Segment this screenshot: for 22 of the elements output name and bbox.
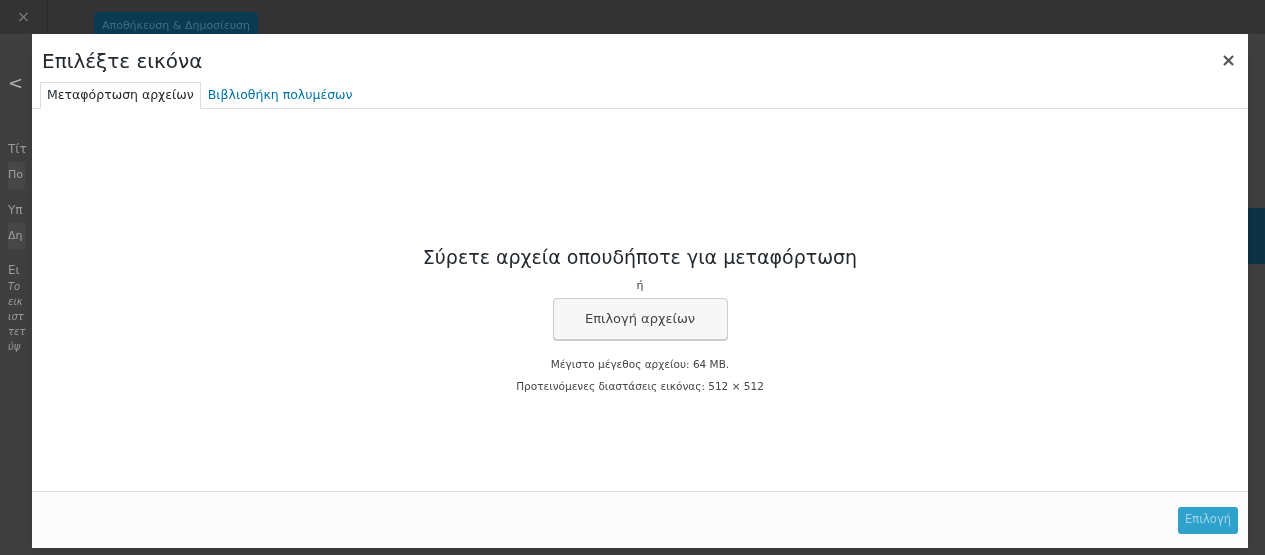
suggested-size-text: Προτεινόμενες διαστάσεις εικόνας: 512 × 512 — [516, 378, 764, 394]
sidebar-text-fragment: τετ — [8, 325, 26, 339]
sidebar-text-fragment: ύψ — [8, 340, 21, 354]
tab[interactable]: Μεταφόρτωση αρχείων — [40, 82, 201, 109]
sidebar-text-fragment: Υπ — [8, 201, 23, 219]
close-label[interactable]: × — [16, 5, 31, 29]
sidebar-text-fragment: ιστ — [8, 310, 24, 324]
preview-panel-block — [1248, 208, 1265, 264]
sidebar-text-fragment: Δη — [8, 222, 25, 249]
sidebar-text-fragment: Ει — [8, 262, 20, 279]
max-size-text: Μέγιστο μέγεθος αρχείου: 64 MB. — [550, 357, 730, 372]
tab[interactable]: Βιβλιοθήκη πολυμέσων — [200, 82, 360, 109]
or-text: ή — [636, 277, 644, 294]
drop-instructions: Σύρετε αρχεία οπουδήποτε για μεταφόρτωση — [422, 245, 858, 270]
close-icon[interactable]: × — [1220, 46, 1236, 73]
sidebar-text-fragment: Το — [8, 280, 21, 294]
modal-title: Επιλέξτε εικόνα — [42, 48, 203, 74]
sidebar-text-fragment: Τίτ — [8, 141, 27, 158]
back-label[interactable]: < — [8, 74, 24, 92]
sidebar-text-fragment: Πο — [8, 162, 25, 189]
sidebar-text-fragment: εικ — [8, 295, 23, 309]
select-files-button[interactable]: Επιλογή αρχείων — [552, 298, 728, 340]
